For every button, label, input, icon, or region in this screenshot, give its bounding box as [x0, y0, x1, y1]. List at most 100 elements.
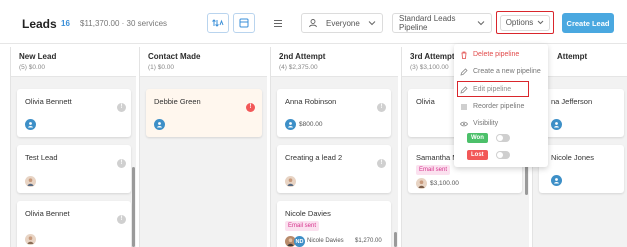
- menu-item-create-pipeline[interactable]: Create a new pipeline: [460, 66, 541, 77]
- lost-visibility-toggle[interactable]: [495, 151, 510, 159]
- email-sent-tag: Email sent: [416, 165, 451, 175]
- lead-name: Creating a lead 2: [285, 153, 343, 162]
- alert-icon[interactable]: !: [246, 103, 255, 112]
- pipeline-select-value: Standard Leads Pipeline: [399, 14, 456, 32]
- info-icon[interactable]: !: [377, 159, 386, 168]
- lead-name: Olivia Bennet: [25, 209, 70, 218]
- lead-name: Anna Robinson: [285, 97, 337, 106]
- chevron-down-icon: [537, 20, 544, 25]
- avatar: [285, 119, 296, 130]
- owner-filter-value: Everyone: [326, 18, 360, 28]
- trash-icon: [461, 51, 467, 59]
- info-icon[interactable]: !: [117, 159, 126, 168]
- user-icon: [554, 178, 559, 184]
- pipeline-select[interactable]: Standard Leads Pipeline: [392, 13, 492, 33]
- lead-card[interactable]: Olivia Bennett !: [17, 89, 131, 137]
- avatar: [285, 176, 296, 187]
- lead-card[interactable]: na Jefferson: [539, 89, 624, 137]
- avatar: [25, 234, 36, 245]
- lead-name: Test Lead: [25, 153, 58, 162]
- info-icon[interactable]: !: [117, 215, 126, 224]
- user-icon: [288, 122, 293, 128]
- lead-card[interactable]: Creating a lead 2 !: [277, 145, 391, 193]
- pencil-icon: [460, 67, 468, 76]
- lead-card[interactable]: Anna Robinson ! $800.00: [277, 89, 391, 137]
- menu-item-label: Delete pipeline: [473, 51, 520, 58]
- owner-filter-select[interactable]: Everyone: [301, 13, 383, 33]
- info-icon[interactable]: !: [377, 103, 386, 112]
- user-icon: [309, 19, 317, 28]
- column-scrollbar[interactable]: [132, 167, 135, 247]
- column-2nd-attempt: 2nd Attempt (4) $2,375.00 Anna Robinson …: [270, 47, 398, 247]
- create-lead-button[interactable]: Create Lead: [562, 13, 614, 33]
- user-icon: [554, 122, 559, 128]
- info-icon[interactable]: !: [117, 103, 126, 112]
- options-label: Options: [505, 18, 534, 27]
- lost-badge: Lost: [467, 150, 488, 160]
- visibility-lost-row: Lost: [467, 150, 510, 160]
- column-title: Attempt: [557, 52, 588, 61]
- chevron-down-icon: [477, 21, 485, 26]
- avatar: [154, 119, 165, 130]
- column-header: 2nd Attempt (4) $2,375.00: [271, 47, 398, 77]
- options-button-highlight: Options: [496, 11, 554, 34]
- menu-item-reorder-pipeline[interactable]: Reorder pipeline: [460, 101, 524, 112]
- menu-item-visibility: Visibility: [460, 118, 498, 129]
- column-title: New Lead: [19, 52, 57, 61]
- avatar: [416, 178, 427, 189]
- column-title: 2nd Attempt: [279, 52, 326, 61]
- owner-initials-avatar: ND: [294, 236, 305, 247]
- lead-amount: $800.00: [299, 121, 323, 128]
- lead-card[interactable]: Nicole Davies Email sent ND Nicole Davie…: [277, 201, 391, 247]
- lead-card[interactable]: Test Lead !: [17, 145, 131, 193]
- menu-item-edit-pipeline[interactable]: Edit pipeline: [460, 84, 511, 95]
- board-view-button[interactable]: [233, 13, 255, 33]
- menu-item-delete-pipeline[interactable]: Delete pipeline: [460, 49, 519, 60]
- column-new-lead: New Lead (5) $0.00 Olivia Bennett ! Test…: [10, 47, 136, 247]
- column-title: Contact Made: [148, 52, 201, 61]
- avatar: [551, 119, 562, 130]
- person-photo-icon: [418, 180, 425, 188]
- column-scrollbar[interactable]: [394, 232, 397, 247]
- won-badge: Won: [467, 133, 488, 143]
- reorder-icon: [461, 104, 467, 109]
- person-photo-icon: [27, 236, 34, 244]
- lead-name: Olivia: [416, 97, 435, 106]
- lead-name: Olivia Bennett: [25, 97, 72, 106]
- column-header: New Lead (5) $0.00: [11, 47, 136, 77]
- lead-card[interactable]: Olivia Bennet !: [17, 201, 131, 247]
- chevron-down-icon: [368, 21, 376, 26]
- lead-card[interactable]: Nicole Jones: [539, 145, 624, 193]
- avatar: [25, 176, 36, 187]
- avatar: [551, 175, 562, 186]
- lead-owner-name: Nicole Davies: [307, 238, 344, 244]
- page-title: Leads: [22, 17, 57, 31]
- top-bar: Leads 16 $11,370.00 · 30 services Everyo…: [0, 0, 627, 44]
- lead-card[interactable]: Debbie Green !: [146, 89, 262, 137]
- column-total: (5) $0.00: [19, 64, 46, 71]
- sort-icon: [212, 19, 224, 27]
- lead-amount: $3,100.00: [430, 180, 459, 187]
- menu-item-label: Create a new pipeline: [473, 68, 541, 75]
- sort-button[interactable]: [207, 13, 229, 33]
- user-icon: [28, 122, 33, 128]
- won-visibility-toggle[interactable]: [495, 134, 510, 142]
- options-button[interactable]: Options: [500, 14, 550, 31]
- menu-item-label: Edit pipeline: [473, 86, 512, 93]
- person-photo-icon: [287, 178, 294, 186]
- column-header: Contact Made (1) $0.00: [140, 47, 267, 77]
- person-photo-icon: [27, 178, 34, 186]
- avatar: [25, 119, 36, 130]
- list-view-button[interactable]: [267, 13, 289, 33]
- column-total: (4) $2,375.00: [279, 64, 318, 71]
- column-total: (1) $0.00: [148, 64, 175, 71]
- pencil-icon: [460, 85, 468, 94]
- lead-count-badge: 16: [61, 19, 70, 28]
- menu-item-label: Reorder pipeline: [473, 103, 525, 110]
- lead-name: Debbie Green: [154, 97, 201, 106]
- options-dropdown-menu: Delete pipeline Create a new pipeline Ed…: [454, 44, 548, 167]
- visibility-won-row: Won: [467, 133, 510, 143]
- lead-name: na Jefferson: [551, 97, 593, 106]
- lead-amount: $1,270.00: [355, 238, 382, 244]
- lead-name: Nicole Jones: [551, 153, 594, 162]
